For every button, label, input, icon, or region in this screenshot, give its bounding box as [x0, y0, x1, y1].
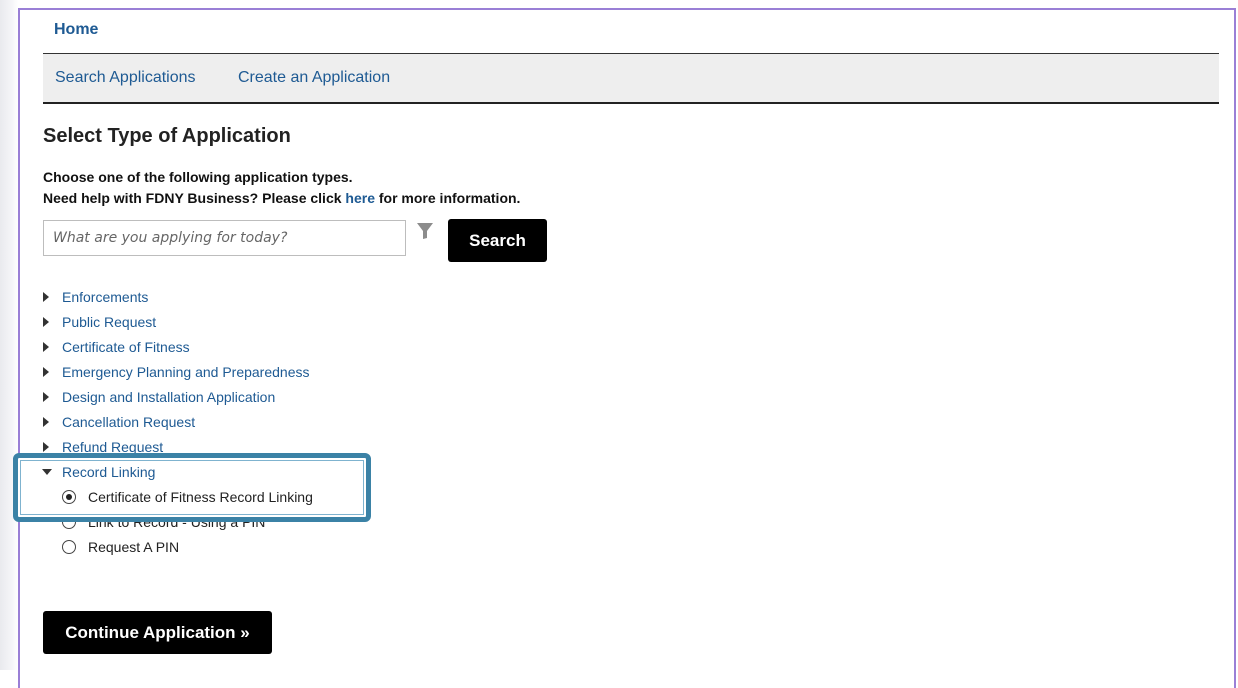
radio-label[interactable]: Certificate of Fitness Record Linking [88, 489, 313, 505]
type-label[interactable]: Cancellation Request [62, 414, 195, 430]
page-frame [18, 8, 1236, 688]
expand-arrow-icon[interactable] [43, 367, 49, 377]
home-link[interactable]: Home [54, 21, 98, 39]
instruction-text: Choose one of the following application … [43, 169, 353, 185]
type-label[interactable]: Refund Request [62, 439, 163, 455]
background-strip [0, 0, 18, 670]
help-prefix: Need help with FDNY Business? Please cli… [43, 190, 346, 206]
type-label[interactable]: Enforcements [62, 289, 148, 305]
page-title: Select Type of Application [43, 125, 291, 147]
type-label[interactable]: Design and Installation Application [62, 389, 275, 405]
expand-arrow-icon[interactable] [43, 342, 49, 352]
radio-button[interactable] [62, 515, 76, 529]
nav-search-applications[interactable]: Search Applications [55, 69, 196, 87]
nav-create-application[interactable]: Create an Application [238, 69, 390, 87]
help-suffix: for more information. [374, 190, 521, 206]
type-label[interactable]: Certificate of Fitness [62, 339, 190, 355]
expand-arrow-icon[interactable] [43, 442, 49, 452]
help-here-link[interactable]: here [345, 190, 375, 206]
radio-label[interactable]: Link to Record - Using a PIN [88, 514, 265, 530]
type-label[interactable]: Emergency Planning and Preparedness [62, 364, 310, 380]
expand-arrow-icon[interactable] [43, 292, 49, 302]
type-label[interactable]: Record Linking [62, 464, 155, 480]
expand-arrow-icon[interactable] [43, 317, 49, 327]
collapse-arrow-icon[interactable] [42, 469, 52, 475]
search-button[interactable]: Search [448, 219, 547, 262]
radio-button[interactable] [62, 490, 76, 504]
radio-button[interactable] [62, 540, 76, 554]
continue-application-button[interactable]: Continue Application » [43, 611, 272, 654]
expand-arrow-icon[interactable] [43, 417, 49, 427]
search-input[interactable] [43, 220, 406, 256]
help-text: Need help with FDNY Business? Please cli… [43, 190, 520, 206]
type-label[interactable]: Public Request [62, 314, 156, 330]
nav-bar: Search Applications Create an Applicatio… [43, 53, 1219, 104]
radio-label[interactable]: Request A PIN [88, 539, 179, 555]
filter-icon[interactable] [416, 222, 434, 240]
expand-arrow-icon[interactable] [43, 392, 49, 402]
